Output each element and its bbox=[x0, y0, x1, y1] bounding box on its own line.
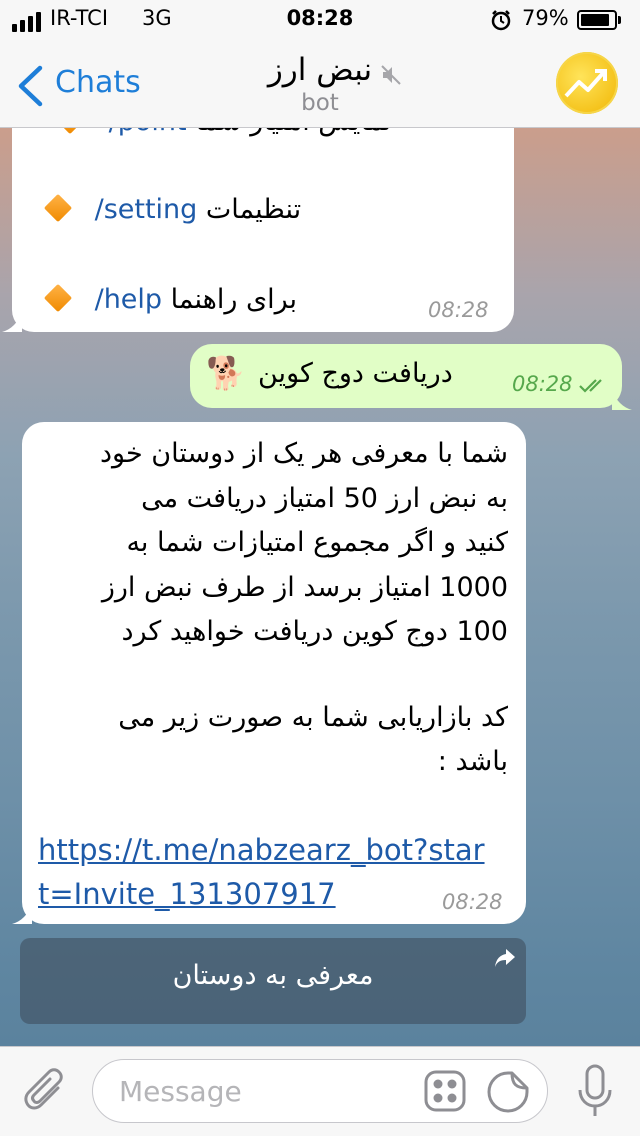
diamond-icon bbox=[43, 283, 73, 313]
message-input[interactable] bbox=[117, 1074, 411, 1109]
outgoing-message-text: دریافت دوج کوین bbox=[258, 358, 453, 389]
battery-icon bbox=[577, 10, 617, 30]
referral-line: 100 دوج کوین دریافت خواهید کرد bbox=[121, 616, 508, 647]
message-input-box[interactable] bbox=[92, 1059, 548, 1123]
diamond-icon bbox=[43, 193, 73, 223]
alarm-icon bbox=[491, 10, 511, 31]
command-link-point[interactable]: /point bbox=[109, 128, 187, 137]
referral-line: 1000 امتیاز برسد از طرف نبض ارز bbox=[101, 571, 508, 603]
sticker-icon[interactable] bbox=[486, 1070, 530, 1114]
attachment-icon[interactable] bbox=[24, 1068, 68, 1116]
command-link-setting[interactable]: /setting bbox=[95, 194, 198, 225]
dog-emoji: 🐕 bbox=[206, 354, 246, 392]
battery-tip bbox=[618, 16, 621, 24]
referral-line: شما با معرفی هر یک از دوستان خود bbox=[100, 438, 508, 469]
microphone-icon[interactable] bbox=[576, 1064, 614, 1120]
menu-item-help: /help برای راهنما bbox=[43, 283, 298, 315]
battery-percent: 79% bbox=[522, 6, 569, 30]
referral-line: باشد : bbox=[437, 746, 508, 777]
menu-item-help-label: برای راهنما bbox=[170, 284, 298, 315]
bot-commands-icon[interactable] bbox=[424, 1070, 466, 1112]
message-menu-clip: /point نمایش امتیاز شما bbox=[12, 128, 514, 142]
referral-line: کد بازاریابی شما به صورت زیر می bbox=[118, 702, 508, 733]
message-time: 08:28 bbox=[428, 298, 489, 322]
referral-line: به نبض ارز 50 امتیاز دریافت می bbox=[141, 482, 508, 514]
read-checkmarks-icon bbox=[579, 379, 602, 393]
bubble-tail bbox=[12, 904, 32, 924]
command-link-help[interactable]: /help bbox=[95, 284, 162, 315]
menu-item-setting: /setting تنظیمات bbox=[43, 193, 302, 225]
menu-item-point-label: نمایش امتیاز شما bbox=[195, 128, 391, 137]
chat-subtitle: bot bbox=[301, 90, 339, 116]
trending-up-icon bbox=[564, 69, 607, 98]
referral-link-part[interactable]: https://t.me/nabzearz_bot?star bbox=[38, 828, 518, 872]
referral-text-block: شما با معرفی هر یک از دوستان خود به نبض … bbox=[38, 432, 508, 655]
share-arrow-icon bbox=[495, 949, 515, 967]
invite-friends-label: معرفی به دوستان bbox=[172, 960, 374, 991]
muted-icon bbox=[381, 65, 401, 85]
diamond-icon bbox=[55, 128, 85, 135]
chat-title[interactable]: نبض ارز bbox=[0, 52, 640, 88]
menu-item-setting-label: تنظیمات bbox=[205, 194, 302, 225]
referral-line: کنید و اگر مجموع امتیازات شما به bbox=[126, 527, 508, 558]
bubble-tail bbox=[612, 390, 632, 410]
referral-code-text: کد بازاریابی شما به صورت زیر می باشد : bbox=[38, 696, 508, 784]
message-time: 08:28 bbox=[442, 890, 503, 914]
menu-item-point: /point نمایش امتیاز شما bbox=[55, 128, 392, 137]
bubble-tail bbox=[2, 312, 22, 332]
message-time: 08:28 bbox=[512, 372, 573, 396]
